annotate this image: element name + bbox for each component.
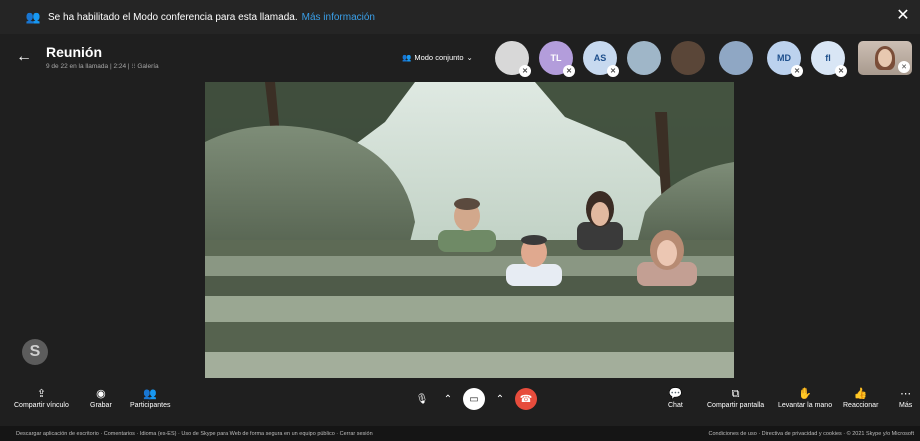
mode-label: Modo conjunto [414, 53, 464, 62]
avatar-initials: AS [593, 53, 607, 63]
participant-avatar[interactable] [627, 41, 661, 75]
camera-icon[interactable]: ▭ [463, 388, 485, 410]
page-title: Reunión [46, 44, 102, 60]
chat-label: Chat [668, 402, 683, 409]
mic-off-icon[interactable]: 🎙 [411, 388, 433, 410]
more-info-link[interactable]: Más información [302, 12, 375, 23]
chevron-up-icon[interactable]: ⌃ [441, 388, 455, 410]
hand-icon: ✋ [798, 388, 812, 400]
share-screen-label: Compartir pantalla [707, 402, 765, 409]
participants-button[interactable]: 👥 Participantes [130, 386, 170, 409]
react-button[interactable]: 👍 Reaccionar [843, 386, 878, 409]
share-link-label: Compartir vínculo [14, 402, 69, 409]
call-controls-bar: ⇪ Compartir vínculo ◉ Grabar 👥 Participa… [0, 380, 920, 426]
chat-button[interactable]: 💬 Chat [668, 386, 683, 409]
conference-mode-banner: 👥 Se ha habilitado el Modo conferencia p… [0, 0, 920, 34]
participant-avatar[interactable]: AS ✕ [583, 41, 619, 77]
call-status: 9 de 22 en la llamada | 2:24 | ⁝⁝ Galerí… [46, 63, 159, 70]
group-call-icon: 👥 [25, 10, 41, 24]
share-icon: ⇪ [36, 388, 47, 400]
mic-off-icon: ✕ [791, 65, 803, 77]
share-link-button[interactable]: ⇪ Compartir vínculo [14, 386, 69, 409]
avatar-initials: TL [550, 53, 562, 63]
skype-logo-icon: S [22, 339, 48, 365]
together-mode-dropdown[interactable]: 👥 Modo conjunto ⌄ [402, 53, 473, 62]
raise-hand-button[interactable]: ✋ Levantar la mano [778, 386, 832, 409]
thumbs-up-icon: 👍 [853, 388, 868, 400]
record-button[interactable]: ◉ Grabar [90, 386, 112, 409]
raise-hand-label: Levantar la mano [778, 402, 833, 409]
self-face [878, 49, 892, 67]
mic-off-icon: ✕ [563, 65, 575, 77]
chevron-down-icon: ⌄ [466, 53, 473, 62]
self-video-preview[interactable]: ✕ [858, 41, 912, 75]
avatar-initials: MD [777, 53, 791, 63]
group-icon: 👥 [402, 53, 412, 62]
close-icon[interactable]: ✕ [894, 7, 912, 25]
end-call-icon[interactable]: ☎ [515, 388, 537, 410]
participants-label: Participantes [130, 402, 171, 409]
record-label: Grabar [90, 402, 112, 409]
react-label: Reaccionar [843, 402, 879, 409]
participant-avatar[interactable] [671, 41, 705, 75]
mic-off-icon: ✕ [835, 65, 847, 77]
participant-avatar[interactable]: fl ✕ [811, 41, 847, 77]
share-screen-icon: ⧉ [731, 388, 740, 400]
footer-links-left[interactable]: Descargar aplicación de escritorio · Com… [16, 431, 373, 437]
participant-avatar[interactable]: MD ✕ [767, 41, 803, 77]
participant-avatar[interactable]: ✕ [495, 41, 531, 77]
more-label: Más [899, 402, 913, 409]
record-icon: ◉ [96, 388, 106, 400]
footer-links-right[interactable]: Condiciones de uso · Directiva de privac… [708, 431, 914, 437]
mic-off-icon: ✕ [898, 61, 910, 73]
together-mode-stage [205, 82, 734, 378]
share-screen-button[interactable]: ⧉ Compartir pantalla [707, 386, 764, 409]
page-footer: Descargar aplicación de escritorio · Com… [0, 426, 920, 441]
chat-icon: 💬 [668, 388, 683, 400]
people-icon: 👥 [143, 388, 158, 400]
back-arrow-icon[interactable]: ← [16, 48, 34, 66]
call-header: ← Reunión 9 de 22 en la llamada | 2:24 |… [0, 34, 920, 82]
more-icon: ⋯ [900, 388, 912, 400]
banner-text: Se ha habilitado el Modo conferencia par… [48, 11, 298, 23]
media-controls: 🎙 ⌃ ▭ ⌃ ☎ [411, 388, 537, 410]
amphitheater-scene [205, 82, 734, 378]
mic-off-icon: ✕ [519, 65, 531, 77]
chevron-up-icon[interactable]: ⌃ [493, 388, 507, 410]
participant-avatar[interactable] [719, 41, 753, 75]
avatar-initials: fl [825, 53, 831, 63]
mic-off-icon: ✕ [607, 65, 619, 77]
more-button[interactable]: ⋯ Más [899, 386, 912, 409]
participant-avatar[interactable]: TL ✕ [539, 41, 575, 77]
